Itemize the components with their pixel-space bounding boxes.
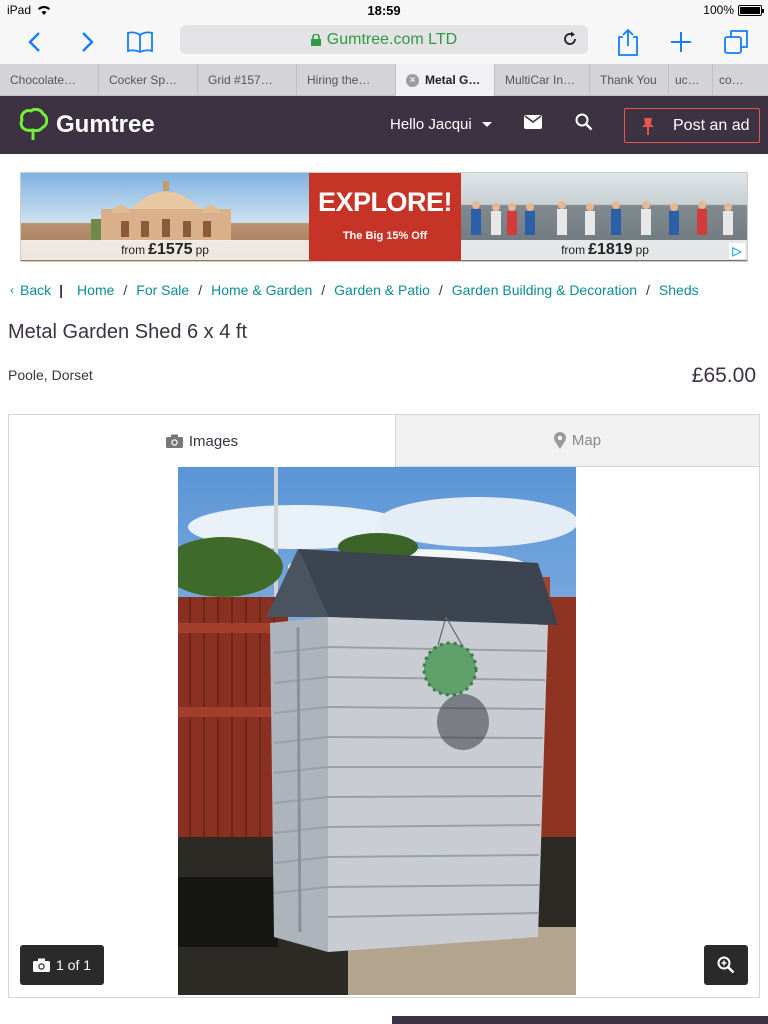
camera-icon: [165, 434, 183, 448]
logo-text: Gumtree: [56, 111, 155, 138]
lock-icon: [310, 33, 321, 46]
breadcrumb-for-sale[interactable]: For Sale: [136, 282, 189, 298]
battery-percent: 100%: [703, 3, 734, 17]
back-link[interactable]: Back: [20, 282, 51, 298]
tab-map[interactable]: Map: [395, 415, 759, 467]
breadcrumb-sheds[interactable]: Sheds: [659, 282, 699, 298]
tab-metal-garden-shed[interactable]: × Metal G…: [396, 64, 495, 96]
breadcrumb-home-garden[interactable]: Home & Garden: [211, 282, 312, 298]
back-icon[interactable]: [18, 26, 50, 58]
sticky-contact-bar[interactable]: [392, 1016, 768, 1024]
greeting-text: Hello Jacqui: [390, 116, 472, 133]
map-pin-icon: [553, 432, 566, 449]
search-icon[interactable]: [575, 113, 593, 131]
tab-multicar[interactable]: MultiCar In…: [495, 64, 590, 96]
tab-hiring[interactable]: Hiring the…: [297, 64, 396, 96]
shed-photo: [178, 467, 576, 995]
tab-co[interactable]: co…: [713, 64, 768, 96]
tab-cocker-spaniel[interactable]: Cocker Sp…: [99, 64, 198, 96]
tab-uc[interactable]: uc…: [669, 64, 713, 96]
tabs-overview-icon[interactable]: [720, 26, 752, 58]
forward-icon[interactable]: [72, 26, 104, 58]
image-counter[interactable]: 1 of 1: [20, 945, 104, 985]
zoom-button[interactable]: [704, 945, 748, 985]
adchoices-icon[interactable]: ▷: [729, 243, 745, 259]
ad-middle-panel: EXPLORE! The Big 15% Off: [309, 173, 461, 261]
account-menu[interactable]: Hello Jacqui: [390, 116, 492, 133]
status-bar: iPad 18:59 100%: [0, 0, 768, 20]
tab-chocolate[interactable]: Chocolate…: [0, 64, 99, 96]
ad-headline: EXPLORE!: [317, 187, 453, 217]
tab-grid[interactable]: Grid #157…: [198, 64, 297, 96]
mail-icon[interactable]: [524, 115, 542, 129]
breadcrumb-home[interactable]: Home: [77, 282, 114, 298]
reload-icon[interactable]: [562, 31, 578, 47]
zoom-in-icon: [717, 956, 735, 974]
ad-subline: The Big 15% Off: [342, 230, 428, 242]
ad-left-image: from £1575 pp: [21, 173, 309, 261]
listing-photo[interactable]: [178, 467, 576, 995]
breadcrumb-divider: |: [59, 282, 64, 298]
post-ad-label: Post an ad: [673, 116, 750, 134]
gumtree-logo[interactable]: Gumtree: [18, 108, 155, 142]
new-tab-icon[interactable]: [665, 26, 697, 58]
post-ad-button[interactable]: Post an ad: [624, 108, 760, 143]
breadcrumb: ‹ Back | Home / For Sale / Home & Garden…: [10, 282, 699, 298]
tab-images-label: Images: [188, 432, 239, 450]
gallery-panel: Images Map 1 of 1: [8, 414, 760, 998]
breadcrumb-garden-patio[interactable]: Garden & Patio: [334, 282, 430, 298]
ad-right-price: from £1819 pp: [461, 240, 747, 260]
battery-icon: [738, 4, 764, 16]
camera-icon: [32, 958, 50, 972]
tab-map-label: Map: [571, 432, 602, 449]
listing-price: £65.00: [691, 364, 756, 387]
bookmarks-icon[interactable]: [124, 26, 156, 58]
image-counter-text: 1 of 1: [55, 957, 92, 973]
listing-title: Metal Garden Shed 6 x 4 ft: [8, 321, 248, 343]
share-icon[interactable]: [612, 26, 644, 58]
advert-banner[interactable]: from £1575 pp EXPLORE! The Big 15% Off fro…: [20, 172, 748, 262]
temple-image: [91, 181, 231, 241]
breadcrumb-garden-building[interactable]: Garden Building & Decoration: [452, 282, 637, 298]
tree-icon: [19, 108, 48, 140]
chevron-left-icon: ‹: [10, 283, 14, 297]
close-tab-icon[interactable]: ×: [406, 73, 419, 87]
clock: 18:59: [367, 3, 401, 18]
chevron-down-icon: [481, 122, 492, 127]
tab-images[interactable]: Images: [9, 415, 395, 467]
listing-location: Poole, Dorset: [8, 367, 93, 383]
address-text: Gumtree.com LTD: [326, 30, 458, 48]
ad-left-price: from £1575 pp: [21, 240, 309, 260]
ad-right-image: from £1819 pp: [461, 173, 747, 261]
tab-thank-you[interactable]: Thank You: [590, 64, 669, 96]
pin-icon: [642, 118, 654, 135]
cyclists-image: [471, 201, 733, 235]
address-bar[interactable]: Gumtree.com LTD: [180, 25, 588, 54]
browser-tabs: Chocolate… Cocker Sp… Grid #157… Hiring …: [0, 64, 768, 96]
site-header: Gumtree Hello Jacqui Post an ad: [0, 96, 768, 154]
browser-toolbar: Gumtree.com LTD: [0, 20, 768, 64]
